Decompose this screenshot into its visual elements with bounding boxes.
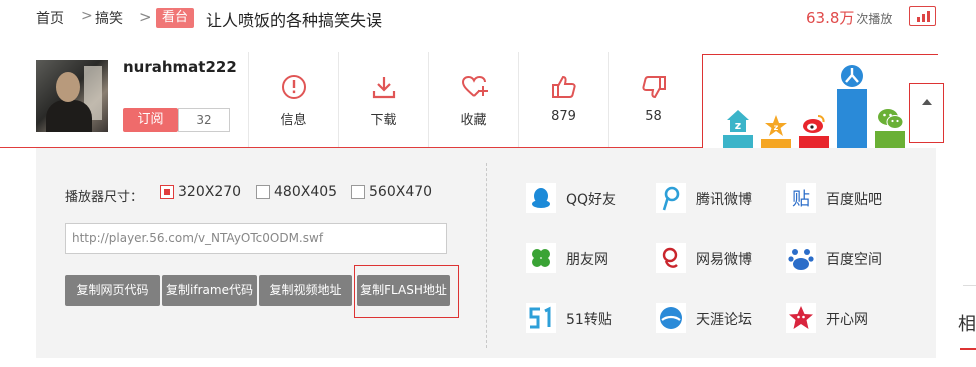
copy-video-url-button[interactable]: 复制视频地址 <box>259 275 352 306</box>
size-checkbox[interactable] <box>160 185 174 199</box>
thumbs-down-icon <box>642 76 666 99</box>
info-button[interactable]: 信息 <box>248 52 338 147</box>
info-icon <box>282 75 306 99</box>
share-site-name: 开心网 <box>826 312 868 328</box>
svg-text:z: z <box>735 119 741 132</box>
pengyou-icon <box>526 243 556 273</box>
size-checkbox[interactable] <box>351 185 365 199</box>
tianya-icon <box>656 303 686 333</box>
size-checkbox[interactable] <box>256 185 270 199</box>
breadcrumb-separator: > <box>81 8 93 24</box>
breadcrumb-separator: > <box>139 8 152 26</box>
share-site-name: 百度贴吧 <box>826 192 882 208</box>
download-label: 下载 <box>370 113 397 128</box>
share-embed-panel: 播放器尺寸： 320X270 480X405 560X470 http://pl… <box>36 148 936 358</box>
share-site-name: 朋友网 <box>566 252 608 268</box>
related-heading-underline <box>960 348 976 350</box>
avatar[interactable] <box>36 60 108 132</box>
page-title: 让人喷饭的各种搞笑失误 <box>206 11 383 30</box>
favorite-label: 收藏 <box>460 113 487 128</box>
size-option-label: 480X405 <box>274 184 338 200</box>
svg-text:z: z <box>774 123 779 132</box>
download-button[interactable]: 下载 <box>338 52 428 147</box>
download-icon <box>372 77 396 99</box>
subscribe-button[interactable]: 订阅 <box>123 108 178 132</box>
size-option-label: 560X470 <box>369 184 433 200</box>
netease-weibo-icon <box>656 243 686 273</box>
info-label: 信息 <box>280 113 307 128</box>
size-option-label: 320X270 <box>178 184 242 200</box>
play-count-label: 次播放 <box>856 12 893 26</box>
like-button[interactable]: 879 <box>518 52 608 147</box>
play-count: 63.8万 次播放 <box>806 7 892 28</box>
share-site-name: 天涯论坛 <box>696 312 752 328</box>
uploader-name[interactable]: nurahmat222 <box>123 58 237 76</box>
channel-badge[interactable]: 看台 <box>156 8 195 28</box>
chevron-up-icon <box>922 99 932 105</box>
copy-iframe-code-button[interactable]: 复制iframe代码 <box>162 275 257 306</box>
right-divider <box>963 285 976 286</box>
share-site-name: 51转贴 <box>566 312 612 328</box>
share-icons-panel: z z <box>702 54 938 148</box>
player-size-label: 播放器尺寸： <box>65 190 144 205</box>
embed-url-field[interactable]: http://player.56.com/v_NTAyOTc0ODM.swf <box>65 223 447 254</box>
breadcrumb-home[interactable]: 首页 <box>36 8 64 28</box>
play-count-number: 63.8万 <box>806 9 855 27</box>
tencent-weibo-icon <box>656 183 686 213</box>
collapse-share-button[interactable] <box>909 83 944 143</box>
baidu-tieba-icon: 贴 <box>786 183 816 213</box>
qq-icon <box>526 183 556 213</box>
breadcrumb-category[interactable]: 搞笑 <box>95 8 123 28</box>
svg-text:贴: 贴 <box>792 189 810 210</box>
dislike-count: 58 <box>645 109 662 124</box>
favorite-icon <box>461 75 488 97</box>
related-heading-fragment: 相 <box>958 314 976 335</box>
share-site-name: 百度空间 <box>826 252 882 268</box>
baidu-space-icon <box>786 243 816 273</box>
share-site-name: QQ好友 <box>566 192 617 208</box>
thumbs-up-icon <box>552 75 576 98</box>
copy-flash-highlight <box>354 265 459 318</box>
like-count: 879 <box>551 109 576 124</box>
favorite-button[interactable]: 收藏 <box>428 52 518 147</box>
dislike-button[interactable]: 58 <box>608 52 698 147</box>
panel-divider <box>486 163 487 348</box>
kaixin-icon <box>786 303 816 333</box>
copy-page-code-button[interactable]: 复制网页代码 <box>65 275 160 306</box>
top-bar: 首页 > 搞笑 > 看台 让人喷饭的各种搞笑失误 63.8万 次播放 <box>0 0 976 38</box>
share-site-name: 腾讯微博 <box>696 192 752 208</box>
subscriber-count: 32 <box>178 108 230 132</box>
share-site-name: 网易微博 <box>696 252 752 268</box>
51-icon <box>526 303 556 333</box>
stats-chart-icon[interactable] <box>909 6 936 26</box>
